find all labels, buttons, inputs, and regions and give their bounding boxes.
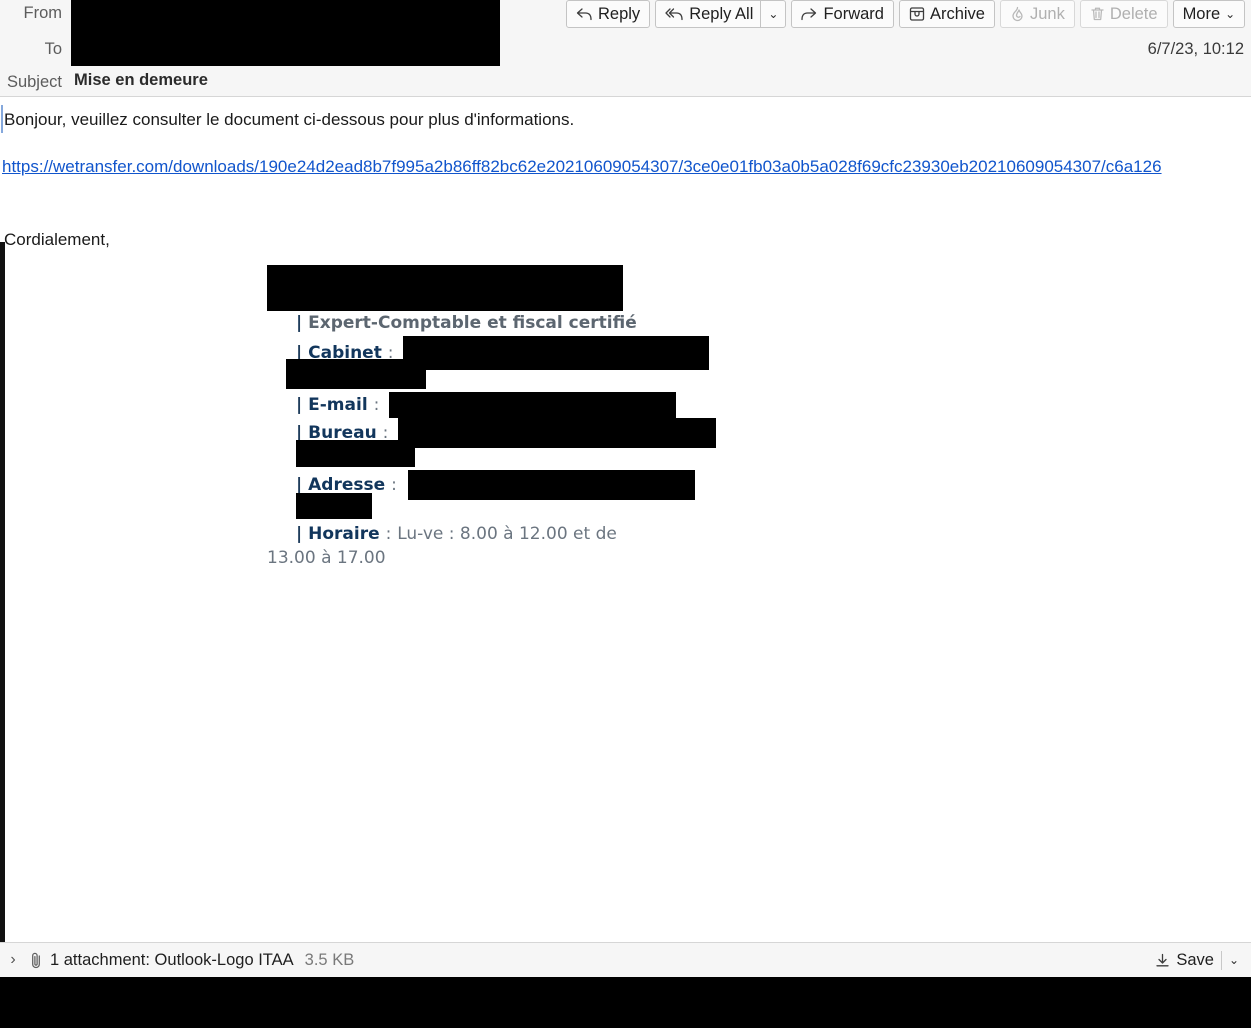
signature-horaire-label: Horaire [308,523,380,544]
signature-name-redacted [267,265,623,311]
attachment-size: 3.5 KB [304,950,355,969]
signature-adresse-line: | Adresse : [267,469,967,519]
signature-adresse-value-redacted [407,469,695,500]
signature-role: Expert-Comptable et fiscal certifié [308,313,637,333]
signature-bureau-value-redacted-wrap [296,439,415,467]
save-attachment-button[interactable]: Save [1148,951,1221,970]
signature-bar: | [296,313,303,333]
bottom-redacted-band [0,977,1251,1028]
signature-colon: : [373,394,380,415]
reply-all-dropdown-button[interactable]: ⌄ [760,0,787,28]
chevron-right-icon[interactable]: › [0,951,26,969]
signature-bureau-line: | Bureau : [267,417,967,467]
signature-email-value-redacted [389,391,677,418]
message-body: Bonjour, veuillez consulter le document … [0,97,1251,942]
archive-icon [909,6,925,22]
message-header: From To Subject Mise en demeure 6/7/23, … [0,0,1251,97]
trash-icon [1090,6,1105,22]
attachment-save-group: Save ⌄ [1148,947,1251,973]
signature-bureau-value-redacted [398,417,717,448]
message-date: 6/7/23, 10:12 [1147,40,1244,58]
reply-label: Reply [598,4,641,23]
text-cursor [1,105,3,133]
signature-horaire-line: | Horaire : Lu-ve : 8.00 à 12.00 et de 1… [267,522,667,571]
junk-label: Junk [1030,4,1065,23]
to-label: To [44,40,62,58]
subject-label: Subject [6,73,62,91]
signature-colon: : [385,523,392,544]
signature-role-line: | Expert-Comptable et fiscal certifié [267,311,967,336]
attachment-name[interactable]: 1 attachment: Outlook-Logo ITAA [50,951,294,970]
chevron-down-icon: ⌄ [1225,7,1236,21]
reply-all-icon [665,7,684,22]
delete-button[interactable]: Delete [1079,0,1168,28]
save-dropdown-button[interactable]: ⌄ [1222,953,1247,967]
signature-bar: | [296,394,303,415]
subject-value: Mise en demeure [74,71,208,89]
closing-text: Cordialement, [4,230,110,249]
to-address-redacted [71,34,500,66]
forward-icon [801,7,818,22]
archive-label: Archive [929,4,985,23]
signature-cabinet-value-redacted-wrap [286,358,426,389]
signature-bar: | [296,474,303,495]
more-button[interactable]: More ⌄ [1172,0,1246,28]
reply-all-button[interactable]: Reply All [655,0,761,28]
greeting-text: Bonjour, veuillez consulter le document … [4,110,575,129]
signature-email-line: | E-mail : [267,391,967,418]
delete-label: Delete [1109,4,1158,23]
signature-colon: : [391,474,397,495]
forward-button[interactable]: Forward [791,0,894,28]
attachment-bar: › 1 attachment: Outlook-Logo ITAA 3.5 KB… [0,942,1251,977]
signature-adresse-value-redacted-wrap [296,492,372,519]
forward-label: Forward [823,4,884,23]
signature-cabinet-value-redacted [403,335,710,370]
chevron-down-icon: ⌄ [768,7,779,21]
message-toolbar: Reply Reply All ⌄ Forward Archive Junk D… [566,0,1250,28]
signature-bar: | [296,523,303,544]
paperclip-icon [30,951,43,970]
quote-accent-bar [0,242,5,942]
email-signature: | Expert-Comptable et fiscal certifié | … [267,265,967,571]
signature-adresse-label: Adresse [308,474,386,495]
flame-icon [1010,6,1025,22]
junk-button[interactable]: Junk [1000,0,1075,28]
wetransfer-download-link[interactable]: https://wetransfer.com/downloads/190e24d… [2,155,1217,179]
from-label: From [23,4,63,22]
signature-cabinet-line: | Cabinet : [267,335,967,389]
save-label: Save [1176,950,1214,969]
archive-button[interactable]: Archive [898,0,995,28]
reply-icon [576,7,593,22]
reply-button[interactable]: Reply [566,0,651,28]
from-address-redacted [71,0,500,34]
more-label: More [1182,4,1221,23]
reply-all-label: Reply All [689,4,754,23]
download-icon [1155,953,1170,968]
signature-email-label: E-mail [308,394,368,415]
